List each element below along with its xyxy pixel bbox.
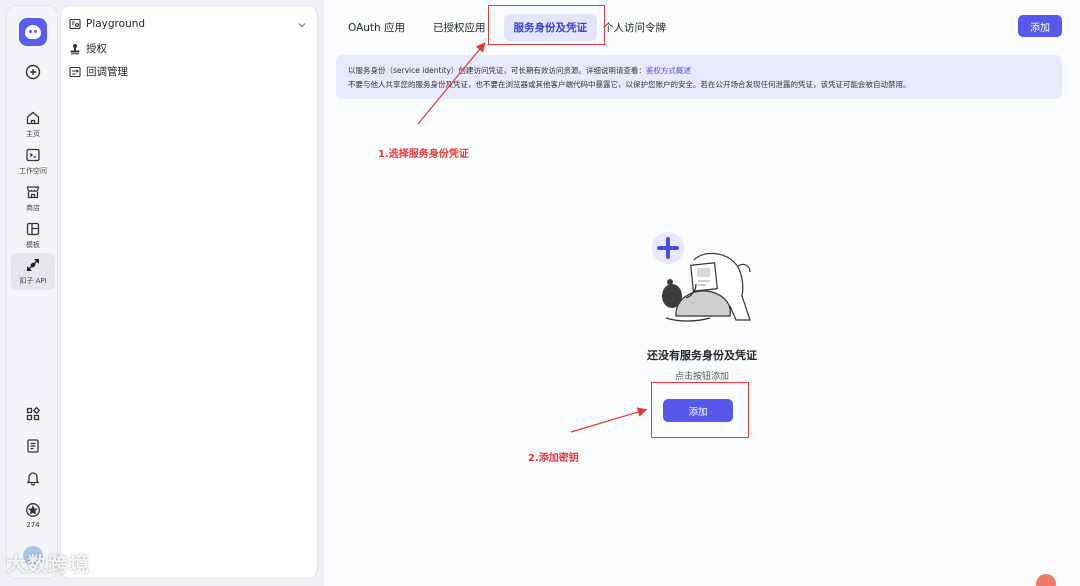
annotation-step-1: 1.选择服务身份凭证 [378, 149, 469, 160]
info-notice: 以服务身份（service identity）创建访问凭证，可长期有效访问资源。… [336, 55, 1062, 99]
rail-label: 模板 [26, 241, 40, 249]
star-circle-icon [26, 503, 40, 517]
watermark: 大数跨境 [6, 552, 90, 576]
sidebar-item-callback[interactable]: 回调管理 [69, 64, 128, 79]
empty-state-illustration [652, 232, 751, 322]
template-icon [26, 222, 40, 236]
api-sidebar: Playground 授权 回调管理 [60, 5, 318, 579]
empty-state-title: 还没有服务身份及凭证 [647, 349, 757, 362]
plus-circle-icon [25, 64, 41, 80]
annotation-step-2: 2.添加密钥 [528, 453, 579, 464]
star-count: 274 [26, 521, 40, 529]
annotation-box-tab [488, 5, 605, 45]
main-panel: OAuth 应用 已授权应用 服务身份及凭证 个人访问令牌 添加 以服务身份（s… [324, 0, 1080, 586]
playground-icon [69, 18, 81, 30]
left-rail: 主页 工作空间 商店 模板 扣子 API 274 [6, 5, 58, 579]
chevron-down-icon[interactable] [297, 20, 307, 30]
rail-item-templates[interactable]: 模板 [11, 221, 55, 250]
sidebar-item-label: 授权 [86, 43, 107, 55]
annotation-box-add [651, 382, 749, 438]
callback-icon [69, 66, 81, 77]
tab-personal-access-token[interactable]: 个人访问令牌 [593, 14, 676, 41]
rail-label: 商店 [26, 204, 40, 212]
sidebar-item-label: 回调管理 [86, 66, 128, 78]
home-icon [26, 111, 40, 125]
sidebar-item-auth[interactable]: 授权 [69, 41, 107, 56]
sidebar-item-label: Playground [86, 18, 146, 30]
star-button[interactable]: 274 [11, 502, 55, 529]
auth-overview-link[interactable]: 鉴权方式概述 [646, 66, 691, 75]
terminal-icon [26, 148, 40, 162]
rail-label: 扣子 API [19, 277, 47, 285]
notice-line-1: 以服务身份（service identity）创建访问凭证，可长期有效访问资源。… [348, 66, 646, 75]
store-icon [26, 186, 40, 199]
tab-authorized-apps[interactable]: 已授权应用 [423, 14, 496, 41]
sidebar-item-playground[interactable]: Playground [69, 18, 145, 30]
bell-icon [26, 472, 40, 486]
apps-grid-icon [26, 406, 41, 421]
rail-item-store[interactable]: 商店 [11, 184, 55, 213]
coze-logo-icon[interactable] [19, 18, 47, 46]
tab-oauth-apps[interactable]: OAuth 应用 [338, 14, 415, 41]
rail-label: 工作空间 [19, 167, 47, 175]
stamp-icon [70, 43, 80, 54]
empty-state-subtitle: 点击按钮添加 [674, 372, 729, 382]
rail-label: 主页 [26, 130, 40, 138]
create-button[interactable] [11, 64, 55, 80]
document-icon [27, 439, 39, 453]
notice-line-2: 不要与他人共享您的服务身份及凭证，也不要在浏览器或其他客户端代码中暴露它，以保护… [348, 80, 911, 89]
add-button[interactable]: 添加 [1018, 15, 1062, 37]
rail-item-coze-api[interactable]: 扣子 API [11, 253, 55, 290]
apps-button[interactable] [11, 406, 55, 422]
docs-button[interactable] [11, 438, 55, 454]
notifications-button[interactable] [11, 470, 55, 486]
api-plug-icon [27, 259, 39, 271]
rail-item-home[interactable]: 主页 [11, 110, 55, 139]
rail-item-workspace[interactable]: 工作空间 [11, 147, 55, 176]
